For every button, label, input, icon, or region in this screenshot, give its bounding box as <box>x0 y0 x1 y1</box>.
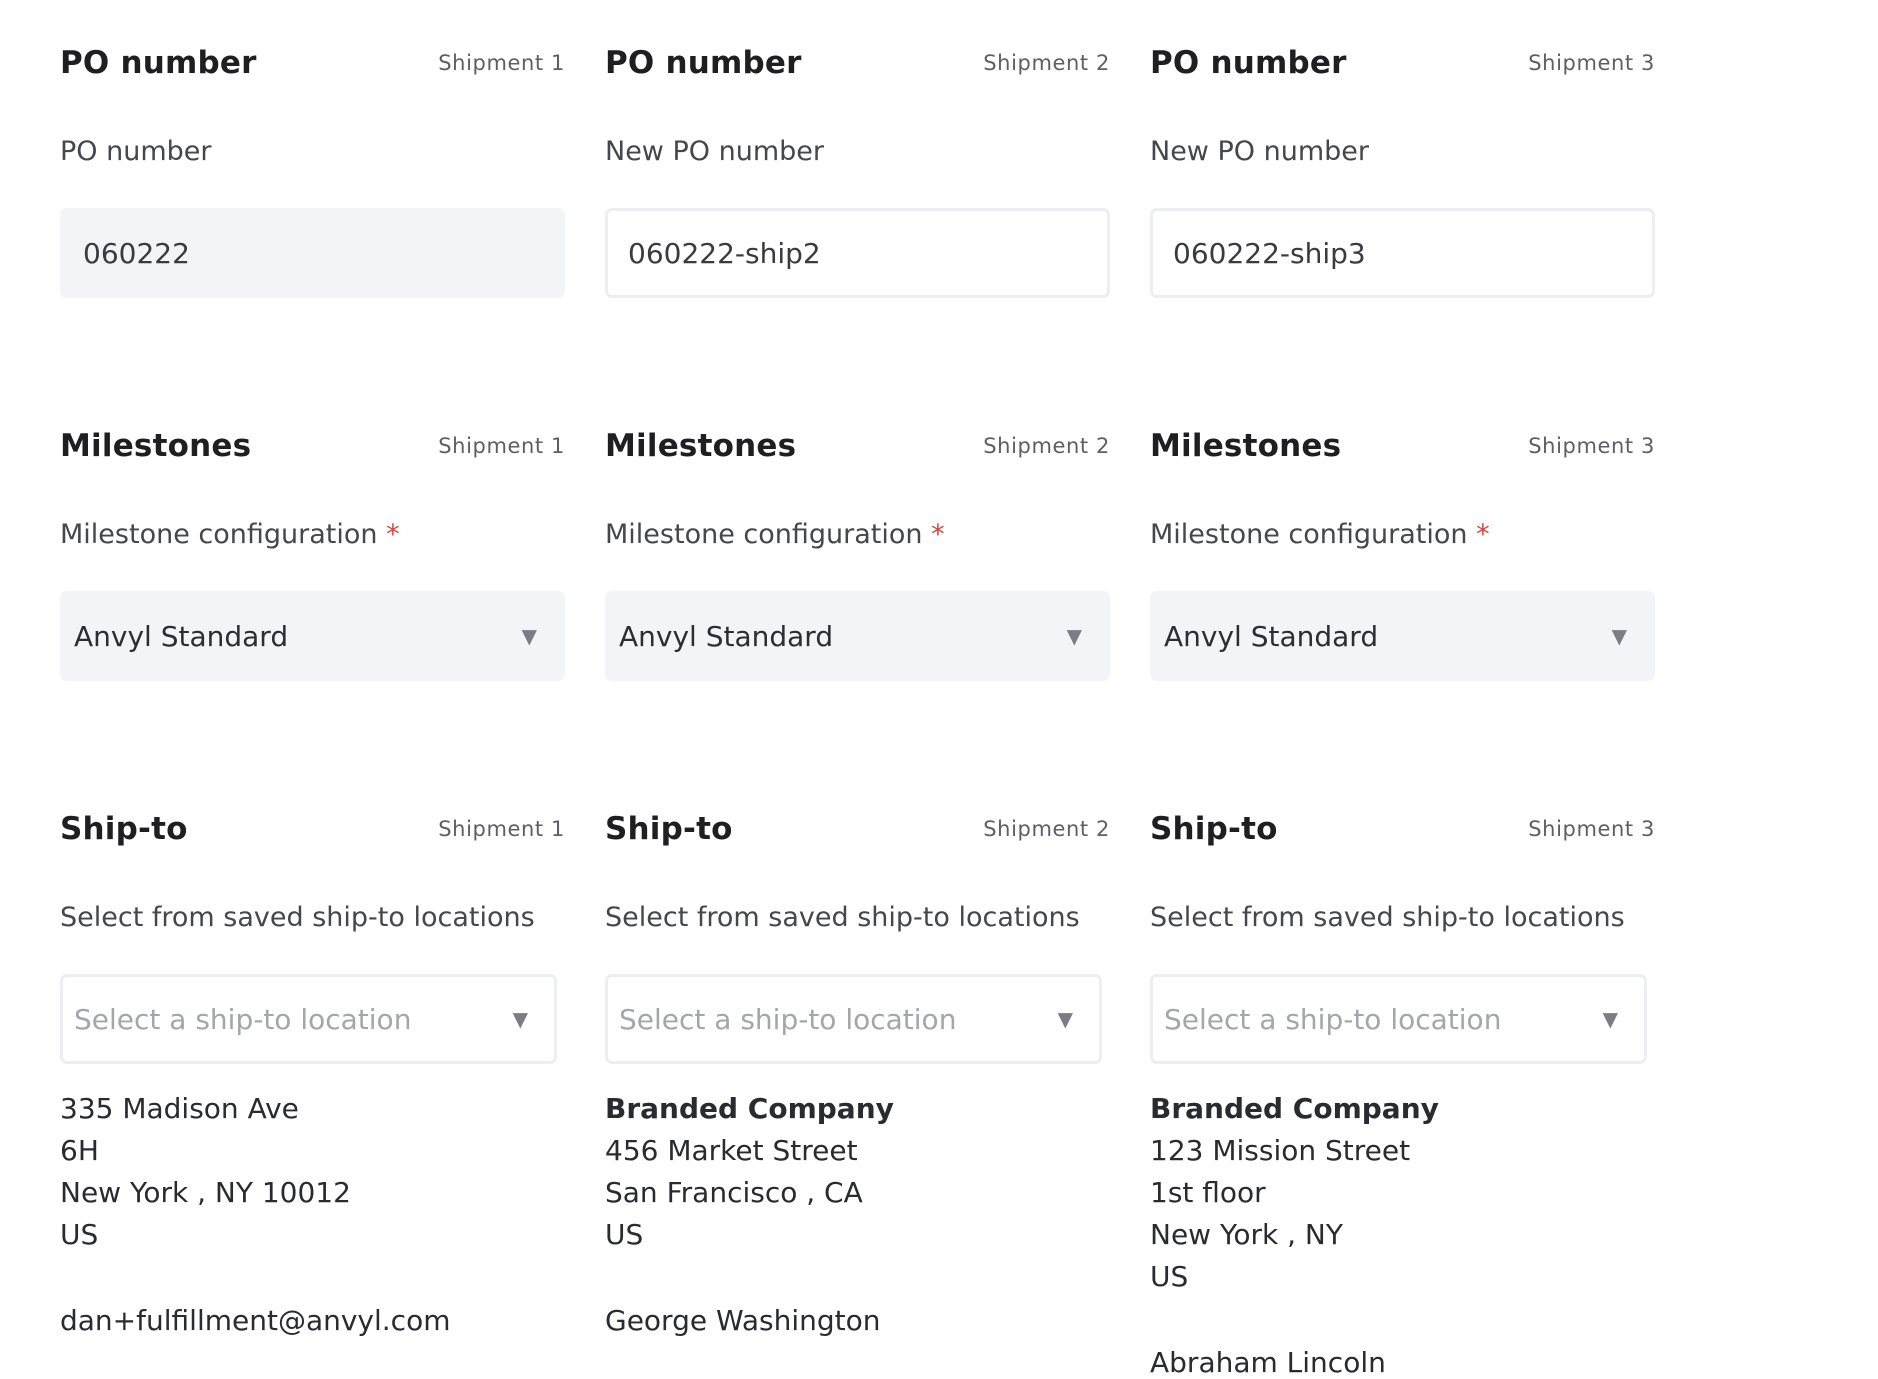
shipment-label: Shipment 2 <box>983 434 1110 458</box>
required-marker: * <box>931 519 945 550</box>
shipment-column-3: PO number Shipment 3 New PO number 06022… <box>1150 0 1655 1379</box>
milestones-section-header: Milestones Shipment 1 <box>60 411 565 481</box>
section-title: Milestones <box>605 428 797 464</box>
milestone-configuration-select[interactable]: Anvyl Standard ▼ <box>60 591 565 681</box>
section-title: Ship-to <box>60 811 188 847</box>
placeholder: Select a ship-to location <box>1164 1002 1502 1036</box>
shipto-address: Branded Company 123 Mission Street 1st f… <box>1150 1088 1655 1298</box>
selected-value: Anvyl Standard <box>1164 619 1379 653</box>
address-line: US <box>60 1218 99 1251</box>
address-line: US <box>1150 1260 1189 1293</box>
po-number-input[interactable]: 060222-ship3 <box>1150 208 1655 298</box>
milestone-configuration-label: Milestone configuration * <box>60 519 400 550</box>
caret-down-icon: ▼ <box>1611 624 1627 648</box>
section-title: Milestones <box>1150 428 1342 464</box>
caret-down-icon: ▼ <box>521 624 537 648</box>
shipto-location-select[interactable]: Select a ship-to location ▼ <box>1150 974 1647 1064</box>
shipto-section-header: Ship-to Shipment 1 <box>60 794 565 864</box>
po-section-header: PO number Shipment 1 <box>60 28 565 98</box>
shipment-label: Shipment 3 <box>1528 434 1655 458</box>
po-number-label: New PO number <box>1150 136 1369 167</box>
shipto-section-header: Ship-to Shipment 3 <box>1150 794 1655 864</box>
milestone-configuration-select[interactable]: Anvyl Standard ▼ <box>1150 591 1655 681</box>
milestone-configuration-label: Milestone configuration * <box>605 519 945 550</box>
shipto-select-label: Select from saved ship-to locations <box>1150 902 1625 933</box>
shipto-location-select[interactable]: Select a ship-to location ▼ <box>605 974 1102 1064</box>
placeholder: Select a ship-to location <box>619 1002 957 1036</box>
shipment-label: Shipment 1 <box>438 817 565 841</box>
shipment-columns: PO number Shipment 1 PO number 060222 Mi… <box>60 0 1655 1379</box>
required-marker: * <box>386 519 400 550</box>
shipment-label: Shipment 3 <box>1528 817 1655 841</box>
caret-down-icon: ▼ <box>1066 624 1082 648</box>
placeholder: Select a ship-to location <box>74 1002 412 1036</box>
address-line: 335 Madison Ave <box>60 1092 299 1125</box>
address-line: 123 Mission Street <box>1150 1134 1411 1167</box>
shipment-label: Shipment 1 <box>438 434 565 458</box>
caret-down-icon: ▼ <box>1602 1007 1618 1031</box>
address-line: San Francisco , CA <box>605 1176 863 1209</box>
shipto-address: 335 Madison Ave 6H New York , NY 10012 U… <box>60 1088 565 1256</box>
selected-value: Anvyl Standard <box>619 619 834 653</box>
shipment-label: Shipment 3 <box>1528 51 1655 75</box>
milestone-configuration-label: Milestone configuration * <box>1150 519 1490 550</box>
shipment-label: Shipment 2 <box>983 51 1110 75</box>
shipto-contact: dan+fulfillment@anvyl.com <box>60 1304 451 1337</box>
milestones-section-header: Milestones Shipment 3 <box>1150 411 1655 481</box>
shipment-column-2: PO number Shipment 2 New PO number 06022… <box>605 0 1110 1379</box>
address-line: 1st floor <box>1150 1176 1266 1209</box>
section-title: Ship-to <box>605 811 733 847</box>
milestone-configuration-select[interactable]: Anvyl Standard ▼ <box>605 591 1110 681</box>
shipto-select-label: Select from saved ship-to locations <box>605 902 1080 933</box>
po-number-label: PO number <box>60 136 212 167</box>
shipto-contact: George Washington <box>605 1304 881 1337</box>
section-title: PO number <box>1150 45 1347 81</box>
section-title: Ship-to <box>1150 811 1278 847</box>
address-line: 6H <box>60 1134 99 1167</box>
selected-value: Anvyl Standard <box>74 619 289 653</box>
section-title: PO number <box>60 45 257 81</box>
po-number-field: 060222 <box>60 208 565 298</box>
required-marker: * <box>1476 519 1490 550</box>
shipto-select-label: Select from saved ship-to locations <box>60 902 535 933</box>
shipto-address: Branded Company 456 Market Street San Fr… <box>605 1088 1110 1256</box>
address-line: New York , NY 10012 <box>60 1176 351 1209</box>
shipto-section-header: Ship-to Shipment 2 <box>605 794 1110 864</box>
milestones-section-header: Milestones Shipment 2 <box>605 411 1110 481</box>
po-section-header: PO number Shipment 2 <box>605 28 1110 98</box>
po-number-label: New PO number <box>605 136 824 167</box>
shipment-label: Shipment 1 <box>438 51 565 75</box>
shipment-label: Shipment 2 <box>983 817 1110 841</box>
section-title: PO number <box>605 45 802 81</box>
address-line: 456 Market Street <box>605 1134 858 1167</box>
shipto-contact: Abraham Lincoln <box>1150 1346 1386 1379</box>
address-line: US <box>605 1218 644 1251</box>
company-name: Branded Company <box>605 1092 894 1125</box>
shipment-column-1: PO number Shipment 1 PO number 060222 Mi… <box>60 0 565 1379</box>
shipto-location-select[interactable]: Select a ship-to location ▼ <box>60 974 557 1064</box>
caret-down-icon: ▼ <box>512 1007 528 1031</box>
po-number-input[interactable]: 060222-ship2 <box>605 208 1110 298</box>
po-section-header: PO number Shipment 3 <box>1150 28 1655 98</box>
company-name: Branded Company <box>1150 1092 1439 1125</box>
section-title: Milestones <box>60 428 252 464</box>
caret-down-icon: ▼ <box>1057 1007 1073 1031</box>
address-line: New York , NY <box>1150 1218 1343 1251</box>
